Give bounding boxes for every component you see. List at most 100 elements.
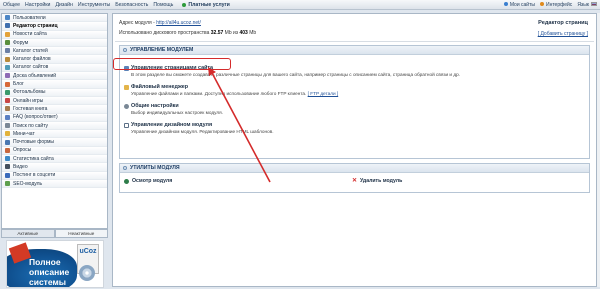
design-icon <box>124 122 129 128</box>
sidebar-item[interactable]: Пользователи <box>2 14 107 23</box>
users-icon <box>5 15 10 21</box>
top-menu-item[interactable]: Общее <box>3 2 20 8</box>
sites-icon <box>5 64 10 70</box>
search-icon <box>5 123 10 128</box>
files-icon <box>5 56 10 62</box>
banner-logo: uCoz <box>79 248 97 255</box>
sidebar-item[interactable]: Онлайн игры <box>2 96 107 106</box>
sidebar-item[interactable]: Каталог статей <box>2 47 107 56</box>
sidebar-item[interactable]: Поиск по сайту <box>2 121 107 131</box>
sidebar-item-label: Постинг в соцсети <box>13 172 56 179</box>
sidebar-item[interactable]: Каталог сайтов <box>2 63 107 73</box>
sidebar-item-label: Новости сайта <box>13 31 47 38</box>
forum-icon <box>5 40 10 46</box>
sidebar-item-label: Онлайн игры <box>13 97 44 104</box>
sidebar-item-label: Каталог статей <box>13 47 48 54</box>
folder-icon <box>124 84 129 90</box>
sidebar-item[interactable]: FAQ (вопрос/ответ) <box>2 113 107 122</box>
interface-icon <box>539 1 544 6</box>
tab-active-modules[interactable]: Активные <box>1 229 55 238</box>
sites-icon <box>503 1 508 6</box>
stats-icon <box>5 156 10 162</box>
add-page-link[interactable]: [ Добавить страницу ] <box>538 31 588 37</box>
sidebar-item-label: Почтовые формы <box>13 139 55 146</box>
disk-used-unit: Mb из <box>223 30 240 36</box>
sidebar-item[interactable]: Каталог файлов <box>2 55 107 64</box>
sidebar-item[interactable]: Постинг в соцсети <box>2 171 107 180</box>
sidebar-item[interactable]: Доска объявлений <box>2 72 107 81</box>
add-page-label: [ Добавить страницу ] <box>537 31 588 37</box>
manage-section-title: УПРАВЛЕНИЕ МОДУЛЕМ <box>130 47 194 53</box>
top-menu-item[interactable]: Настройки <box>25 2 50 8</box>
sidebar-item[interactable]: Опросы <box>2 146 107 156</box>
disk-total-unit: Mb <box>247 30 257 36</box>
disk-total-value: 403 <box>239 30 248 36</box>
section-bullet-icon <box>123 166 127 170</box>
ucoz-description-banner[interactable]: uCoz Полное описание системы <box>6 240 104 288</box>
design-management-title[interactable]: Управление дизайном модуля <box>131 122 212 128</box>
sidebar-item-label: Блог <box>13 81 24 88</box>
general-settings-title[interactable]: Общие настройки <box>131 103 179 109</box>
guestbook-icon <box>5 106 10 112</box>
language-link[interactable]: Язык <box>577 1 597 8</box>
module-info-bar: Адрес модуля - http://all4u.ucoz.net/ Ис… <box>115 16 594 42</box>
sidebar-item[interactable]: Видео <box>2 163 107 172</box>
sidebar-item[interactable]: Статистика сайта <box>2 155 107 164</box>
page-title: Редактор страниц <box>538 20 588 26</box>
address-label: Адрес модуля - <box>119 20 157 26</box>
news-icon <box>5 31 10 37</box>
video-icon <box>5 164 10 170</box>
module-utils-section: УТИЛИТЫ МОДУЛЯ Осмотр модуля ✕ Удалить мо… <box>119 163 590 193</box>
view-module-label: Осмотр модуля <box>132 178 173 184</box>
sidebar-item[interactable]: Блог <box>2 80 107 89</box>
social-icon <box>5 172 10 178</box>
sidebar-item-label: SEO-модуль <box>13 180 43 187</box>
file-manager-title[interactable]: Файловый менеджер <box>131 84 188 90</box>
module-address-link[interactable]: http://all4u.ucoz.net/ <box>156 20 201 26</box>
interface-link[interactable]: Интерфейс <box>539 1 572 8</box>
paid-services-link[interactable]: Платные услуги <box>182 2 230 8</box>
sidebar-item-label: Мини-чат <box>13 130 35 137</box>
general-settings-desc: Выбор индивидуальных настроек модуля. <box>131 110 223 115</box>
disk-usage: Использовано дискового пространства 32.5… <box>119 30 256 36</box>
sidebar-item[interactable]: Мини-чат <box>2 130 107 139</box>
chat-icon <box>5 131 10 137</box>
sidebar-item[interactable]: SEO-модуль <box>2 179 107 189</box>
sidebar-item[interactable]: Форум <box>2 38 107 48</box>
sidebar-item-label: Редактор страниц <box>13 22 58 29</box>
sidebar-tabs: Активные Неактивные <box>1 229 108 238</box>
delete-icon: ✕ <box>352 177 358 184</box>
sidebar-item[interactable]: Редактор страниц <box>2 22 107 31</box>
design-management-desc: Управление дизайном модуля. Редактирован… <box>131 129 274 134</box>
top-menu-item[interactable]: Помощь <box>153 2 173 8</box>
entry-file-manager[interactable]: Файловый менеджер Управление файлами и п… <box>124 84 338 96</box>
top-menu-item[interactable]: Дизайн <box>55 2 72 8</box>
my-sites-link[interactable]: Мои сайты <box>503 1 535 8</box>
top-menu-item[interactable]: Инструменты <box>78 2 110 8</box>
top-menu-bar: Общее Настройки Дизайн Инструменты Безопасно… <box>0 0 600 10</box>
ftp-details-link[interactable]: [ FTP детали ] <box>308 91 339 96</box>
tab-inactive-modules[interactable]: Неактивные <box>54 229 108 238</box>
view-module-link[interactable]: Осмотр модуля <box>124 178 172 184</box>
sidebar-item-label: Каталог файлов <box>13 56 51 63</box>
sidebar-item-label: Фотоальбомы <box>13 89 46 96</box>
sidebar-item[interactable]: Новости сайта <box>2 30 107 39</box>
page-management-desc: В этом разделе вы сможете создавать разл… <box>131 72 460 77</box>
sidebar-item[interactable]: Гостевая книга <box>2 105 107 114</box>
top-menu: Общее Настройки Дизайн Инструменты Безопасно… <box>3 2 178 8</box>
view-icon <box>124 178 129 184</box>
delete-module-link[interactable]: ✕ Удалить модуль <box>352 177 403 185</box>
entry-general-settings[interactable]: Общие настройки Выбор индивидуальных нас… <box>124 103 223 115</box>
photo-icon <box>5 89 10 95</box>
module-address: Адрес модуля - http://all4u.ucoz.net/ <box>119 20 201 26</box>
sidebar-item[interactable]: Почтовые формы <box>2 138 107 147</box>
sidebar-item[interactable]: Фотоальбомы <box>2 88 107 97</box>
sidebar-item-label: Статистика сайта <box>13 155 54 162</box>
sidebar-item-label: Пользователи <box>13 14 46 21</box>
top-menu-item[interactable]: Безопасность <box>115 2 148 8</box>
entry-design-management[interactable]: Управление дизайном модуля Управление ди… <box>124 122 274 134</box>
delete-module-label: Удалить модуль <box>360 178 403 184</box>
banner-line-3: системы <box>29 277 67 287</box>
file-manager-desc: Управление файлами и папками. Доступно и… <box>131 91 338 96</box>
faq-icon <box>5 114 10 120</box>
